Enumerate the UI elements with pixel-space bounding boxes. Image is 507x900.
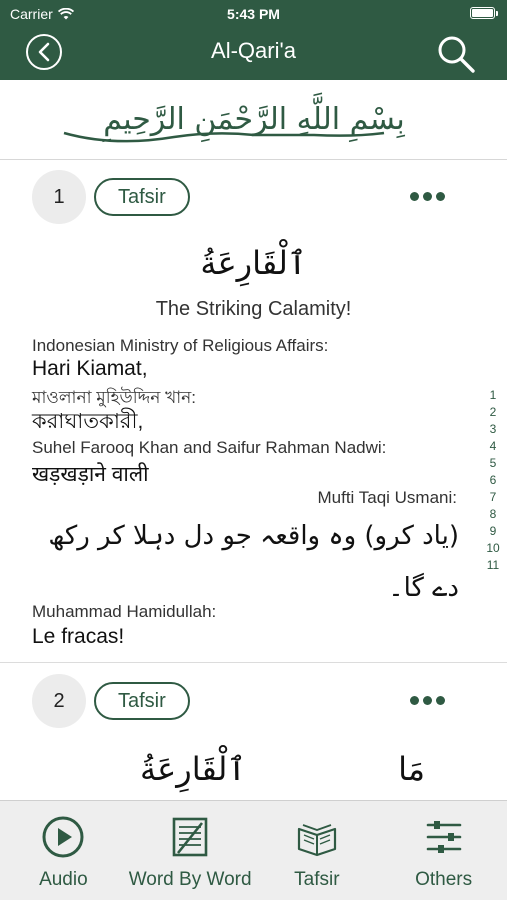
index-item[interactable]: 5 bbox=[490, 455, 497, 472]
index-item[interactable]: 10 bbox=[486, 540, 499, 557]
bottom-tab-bar: Audio Word By Word Tafsir Others bbox=[0, 800, 507, 900]
tab-label: Audio bbox=[39, 869, 88, 890]
translator-label: Muhammad Hamidullah: bbox=[32, 602, 217, 621]
tab-word-by-word[interactable]: Word By Word bbox=[127, 801, 254, 900]
ayah-arabic-word: ٱلْقَارِعَةُ bbox=[140, 750, 247, 788]
more-options-icon[interactable] bbox=[410, 192, 445, 201]
ayah-arabic: ٱلْقَارِعَةُ bbox=[200, 244, 307, 282]
top-bar: Carrier 5:43 PM Al-Qari'a bbox=[0, 0, 507, 80]
tab-audio[interactable]: Audio bbox=[0, 801, 127, 900]
index-item[interactable]: 3 bbox=[490, 421, 497, 438]
page-title: Al-Qari'a bbox=[211, 38, 296, 63]
tab-label: Tafsir bbox=[294, 869, 340, 890]
translation-text: Le fracas! bbox=[32, 625, 125, 648]
ayah-1-header: 1 Tafsir bbox=[32, 170, 190, 224]
bismillah-calligraphy: بِسْمِ اللَّهِ الرَّحْمَنِ الرَّحِيمِ bbox=[63, 92, 405, 142]
index-item[interactable]: 7 bbox=[490, 489, 497, 506]
index-item[interactable]: 11 bbox=[487, 557, 499, 574]
tafsir-button[interactable]: Tafsir bbox=[94, 682, 190, 720]
svg-text:بِسْمِ اللَّهِ الرَّحْمَنِ الر: بِسْمِ اللَّهِ الرَّحْمَنِ الرَّحِيمِ bbox=[102, 92, 405, 142]
ayah-title: The Striking Calamity! bbox=[155, 298, 352, 320]
index-item[interactable]: 1 bbox=[490, 387, 497, 404]
tab-tafsir[interactable]: Tafsir bbox=[254, 801, 381, 900]
tab-label: Word By Word bbox=[128, 869, 252, 890]
status-bar: Carrier 5:43 PM bbox=[0, 0, 507, 28]
translation-text: Hari Kiamat, bbox=[32, 357, 148, 380]
ayah-number: 1 bbox=[32, 170, 86, 224]
more-options-icon[interactable] bbox=[410, 696, 445, 705]
translator-label: Mufti Taqi Usmani: bbox=[317, 488, 457, 507]
status-time: 5:43 PM bbox=[227, 6, 280, 22]
translation-text: खड़खड़ाने वाली bbox=[32, 463, 149, 486]
sliders-icon bbox=[422, 815, 466, 859]
tafsir-button[interactable]: Tafsir bbox=[94, 178, 190, 216]
index-item[interactable]: 4 bbox=[490, 438, 497, 455]
index-item[interactable]: 9 bbox=[490, 523, 497, 540]
ayah-number: 2 bbox=[32, 674, 86, 728]
battery-icon bbox=[470, 7, 498, 19]
tab-label: Others bbox=[415, 869, 473, 890]
word-book-icon bbox=[168, 815, 212, 859]
ayah-2-header: 2 Tafsir bbox=[32, 674, 190, 728]
translation-text-urdu: (یاد کرو) وہ واقعہ جو دل دہلا کر رکھ دے … bbox=[48, 521, 459, 603]
play-circle-icon bbox=[41, 815, 85, 859]
index-item[interactable]: 6 bbox=[490, 472, 497, 489]
ayah-index-scrubber[interactable]: 1 2 3 4 5 6 7 8 9 10 11 bbox=[483, 387, 503, 574]
open-book-icon bbox=[295, 815, 339, 859]
bismillah-banner: بِسْمِ اللَّهِ الرَّحْمَنِ الرَّحِيمِ bbox=[0, 80, 507, 160]
translator-label: Indonesian Ministry of Religious Affairs… bbox=[32, 336, 329, 355]
index-item[interactable]: 2 bbox=[490, 404, 497, 421]
translator-label: Suhel Farooq Khan and Saifur Rahman Nadw… bbox=[32, 438, 387, 457]
translation-text: করাঘাতকারী, bbox=[32, 410, 144, 433]
tab-others[interactable]: Others bbox=[380, 801, 507, 900]
ayah-divider bbox=[0, 662, 507, 663]
ayah-arabic-word: مَا bbox=[398, 750, 425, 788]
index-item[interactable]: 8 bbox=[490, 506, 497, 523]
search-icon[interactable] bbox=[435, 33, 477, 75]
